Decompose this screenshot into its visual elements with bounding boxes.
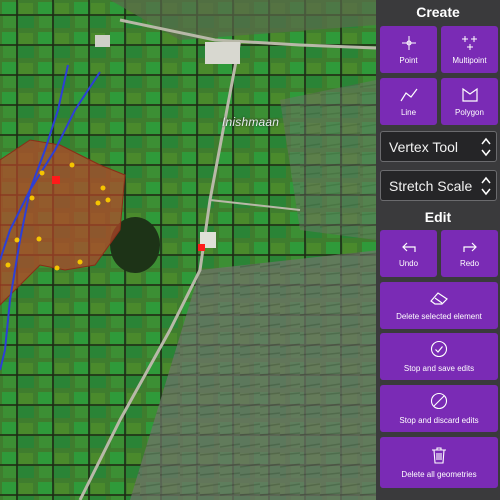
create-title: Create — [416, 4, 460, 20]
undo-button[interactable]: Undo — [380, 230, 437, 277]
redo-label: Redo — [459, 258, 480, 268]
point-button[interactable]: Point — [380, 26, 437, 73]
multipoint-button[interactable]: Multipoint — [441, 26, 498, 73]
stop-save-label: Stop and save edits — [403, 364, 475, 373]
point-label: Point — [399, 55, 418, 65]
line-button[interactable]: Line — [380, 78, 437, 125]
vertex-tool-select[interactable]: Vertex Tool — [380, 131, 497, 162]
undo-label: Undo — [398, 258, 419, 268]
polygon-label: Polygon — [455, 107, 484, 117]
point-marker[interactable] — [198, 244, 205, 251]
stretch-scale-select[interactable]: Stretch Scale — [380, 170, 497, 201]
redo-button[interactable]: Redo — [441, 230, 498, 277]
place-label: Inishmaan — [222, 115, 280, 129]
check-circle-icon — [430, 340, 448, 358]
eraser-icon — [430, 292, 448, 305]
point-icon — [401, 35, 416, 50]
polygon-button[interactable]: Polygon — [441, 78, 498, 125]
undo-icon — [401, 242, 416, 252]
multipoint-label: Multipoint — [452, 55, 487, 65]
vertex-tool-value: Vertex Tool — [389, 139, 459, 155]
delete-selected-button[interactable]: Delete selected element — [380, 282, 498, 329]
delete-all-button[interactable]: Delete all geometries — [380, 437, 498, 488]
redo-icon — [462, 242, 477, 252]
stop-discard-button[interactable]: Stop and discard edits — [380, 385, 498, 432]
chevron-up-down-icon — [481, 137, 491, 157]
delete-selected-label: Delete selected element — [396, 312, 482, 321]
chevron-up-down-icon — [481, 176, 491, 196]
selected-point[interactable] — [52, 176, 60, 184]
prohibit-icon — [430, 392, 448, 410]
line-label: Line — [400, 107, 417, 117]
polygon-icon — [461, 87, 478, 102]
delete-all-label: Delete all geometries — [401, 470, 477, 479]
multipoint-icon — [461, 35, 477, 50]
stretch-scale-value: Stretch Scale — [389, 178, 473, 194]
line-icon — [399, 88, 417, 101]
edit-title: Edit — [424, 209, 452, 225]
stop-discard-label: Stop and discard edits — [399, 416, 479, 425]
stop-save-button[interactable]: Stop and save edits — [380, 333, 498, 380]
trash-icon — [432, 447, 446, 464]
